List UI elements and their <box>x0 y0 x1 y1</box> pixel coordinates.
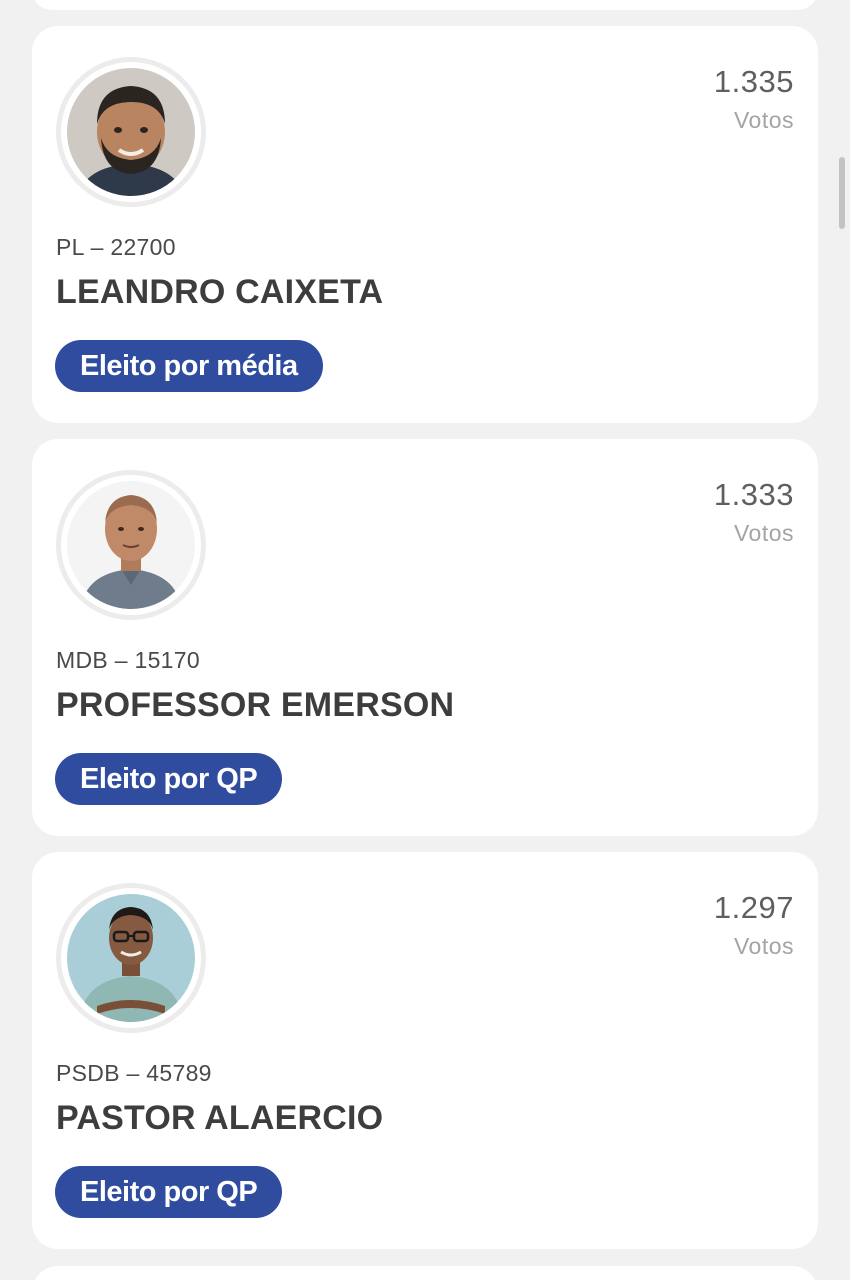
candidate-name: PASTOR ALAERCIO <box>56 1099 384 1137</box>
party-number: PL – 22700 <box>56 234 176 260</box>
candidate-card[interactable]: 1.335 Votos PL – 22700 LEANDRO CAIXETA E… <box>32 26 818 423</box>
vote-count: 1.333 Votos <box>714 477 794 553</box>
candidate-photo <box>67 894 195 1022</box>
candidate-avatar-frame <box>56 883 206 1033</box>
candidates-results-list: 1.335 Votos PL – 22700 LEANDRO CAIXETA E… <box>0 0 850 1280</box>
party-number: PSDB – 45789 <box>56 1060 212 1086</box>
vote-count: 1.297 Votos <box>714 890 794 966</box>
next-candidate-card[interactable] <box>32 1266 818 1280</box>
election-status-badge: Eleito por média <box>55 340 323 392</box>
vote-count-value: 1.335 <box>713 64 794 99</box>
candidate-name: LEANDRO CAIXETA <box>56 273 384 311</box>
previous-candidate-card[interactable] <box>32 0 818 10</box>
candidate-avatar-frame <box>56 470 206 620</box>
candidate-name: PROFESSOR EMERSON <box>56 686 455 724</box>
candidate-card[interactable]: 1.297 Votos PSDB – 45789 PASTOR ALAERCIO… <box>32 852 818 1249</box>
vote-count-value: 1.333 <box>713 477 794 512</box>
election-status-badge: Eleito por QP <box>55 1166 283 1218</box>
vote-count-value: 1.297 <box>713 890 794 925</box>
candidate-card[interactable]: 1.333 Votos MDB – 15170 PROFESSOR EMERSO… <box>32 439 818 836</box>
vote-count-label: Votos <box>733 933 794 959</box>
vote-count-label: Votos <box>733 107 794 133</box>
election-status-badge: Eleito por QP <box>55 753 283 805</box>
vote-count-label: Votos <box>733 520 794 546</box>
party-number: MDB – 15170 <box>56 647 200 673</box>
vote-count: 1.335 Votos <box>714 64 794 140</box>
candidate-avatar-frame <box>56 57 206 207</box>
candidate-photo <box>67 68 195 196</box>
candidate-photo <box>67 481 195 609</box>
scrollbar-thumb[interactable] <box>839 157 845 229</box>
